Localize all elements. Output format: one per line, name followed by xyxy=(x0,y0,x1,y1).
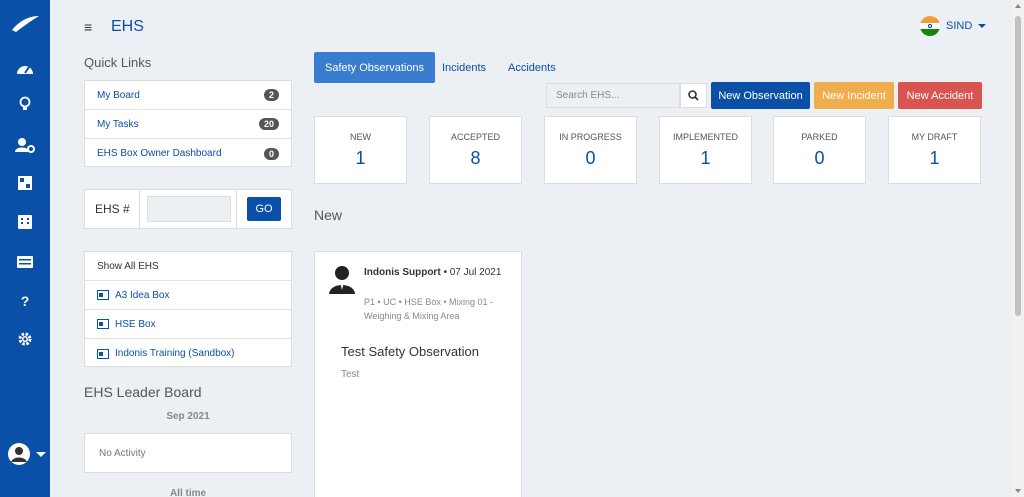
show-all-ehs-link[interactable]: Show All EHS xyxy=(85,252,291,281)
stat-label: IMPLEMENTED xyxy=(672,132,738,142)
sidebar: ? xyxy=(0,0,50,497)
quick-link-owner-dashboard[interactable]: EHS Box Owner Dashboard 0 xyxy=(85,139,291,168)
ehs-lookup: EHS # GO xyxy=(84,189,292,229)
stat-card-implemented[interactable]: IMPLEMENTED 1 xyxy=(659,116,752,184)
observation-meta: Indonis Support • 07 Jul 2021 xyxy=(364,265,514,280)
search-input[interactable]: Search EHS... xyxy=(546,83,680,108)
stat-label: NEW xyxy=(350,132,371,142)
show-all-label: Show All EHS xyxy=(97,260,159,272)
observation-title: Test Safety Observation xyxy=(341,344,480,359)
quick-link-my-tasks[interactable]: My Tasks 20 xyxy=(85,110,291,139)
stat-card-in-progress[interactable]: IN PROGRESS 0 xyxy=(544,116,637,184)
scroll-thumb[interactable] xyxy=(1015,16,1021,316)
user-menu[interactable]: SIND xyxy=(920,16,987,36)
app-logo[interactable] xyxy=(10,14,40,34)
new-observation-button[interactable]: New Observation xyxy=(711,82,810,109)
leader-board-period-all-time: All time xyxy=(169,488,207,497)
box-icon xyxy=(97,290,109,300)
account-menu[interactable] xyxy=(8,443,48,465)
menu-toggle-icon[interactable]: ≡ xyxy=(84,19,92,35)
search-icon xyxy=(688,90,699,101)
column-heading: New xyxy=(314,207,343,223)
author-avatar-icon xyxy=(329,266,355,294)
box-item-training[interactable]: Indonis Training (Sandbox) xyxy=(85,339,291,368)
quick-link-label: EHS Box Owner Dashboard xyxy=(97,148,222,159)
observation-tags: P1 • UC • HSE Box • Mixing 01 - Weighing… xyxy=(364,297,493,321)
quick-link-my-board[interactable]: My Board 2 xyxy=(85,81,291,110)
tab-incidents[interactable]: Incidents xyxy=(431,52,497,83)
divider xyxy=(139,190,140,228)
scroll-down-icon[interactable] xyxy=(1015,489,1021,493)
boxes-list: Show All EHS A3 Idea Box HSE Box Indonis… xyxy=(84,251,292,367)
page-scrollbar[interactable] xyxy=(1012,0,1024,497)
count-badge: 2 xyxy=(263,89,279,101)
tab-accidents[interactable]: Accidents xyxy=(497,52,567,83)
box-item-hse[interactable]: HSE Box xyxy=(85,310,291,339)
flag-icon xyxy=(920,16,940,36)
quick-links-title: Quick Links xyxy=(84,55,152,70)
stat-label: PARKED xyxy=(801,132,838,142)
new-accident-button[interactable]: New Accident xyxy=(898,82,982,109)
box-item-a3-idea[interactable]: A3 Idea Box xyxy=(85,281,291,310)
stat-value: 8 xyxy=(470,148,481,168)
quick-link-label: My Board xyxy=(97,89,140,101)
stat-label: IN PROGRESS xyxy=(559,132,622,142)
stat-label: ACCEPTED xyxy=(450,132,500,142)
box-label: A3 Idea Box xyxy=(115,289,170,301)
observation-date: 07 Jul 2021 xyxy=(449,267,502,278)
dashboard-icon[interactable] xyxy=(14,174,36,192)
lightbulb-icon[interactable] xyxy=(14,95,36,113)
box-icon xyxy=(97,319,109,329)
stat-label: MY DRAFT xyxy=(911,132,958,142)
go-button[interactable]: GO xyxy=(247,197,281,221)
divider xyxy=(236,190,237,228)
calendar-icon[interactable] xyxy=(14,213,36,231)
stat-value: 1 xyxy=(700,148,711,168)
quick-link-label: My Tasks xyxy=(97,118,139,130)
scroll-up-icon[interactable] xyxy=(1015,4,1021,8)
stat-card-parked[interactable]: PARKED 0 xyxy=(773,116,866,184)
speedometer-icon[interactable] xyxy=(14,59,36,77)
count-badge: 20 xyxy=(258,118,279,130)
ehs-number-input[interactable] xyxy=(147,196,231,222)
tab-safety-observations[interactable]: Safety Observations xyxy=(314,52,436,83)
quick-links-list: My Board 2 My Tasks 20 EHS Box Owner Das… xyxy=(84,80,292,167)
chevron-down-icon xyxy=(978,24,987,28)
leader-board-empty: No Activity xyxy=(84,433,292,473)
stat-value: 0 xyxy=(814,148,825,168)
search-button[interactable] xyxy=(680,83,707,108)
stat-value: 0 xyxy=(585,148,596,168)
box-icon xyxy=(97,348,109,359)
box-label: HSE Box xyxy=(115,318,156,330)
help-icon[interactable]: ? xyxy=(14,292,36,310)
gear-icon[interactable] xyxy=(14,330,36,348)
list-icon[interactable] xyxy=(14,253,36,271)
stat-card-my-draft[interactable]: MY DRAFT 1 xyxy=(888,116,981,184)
user-name: SIND xyxy=(946,20,973,32)
new-incident-button[interactable]: New Incident xyxy=(814,82,894,109)
stat-card-new[interactable]: NEW 1 xyxy=(314,116,407,184)
stat-value: 1 xyxy=(929,148,940,168)
stat-value: 1 xyxy=(355,148,366,168)
box-label: Indonis Training (Sandbox) xyxy=(115,348,235,359)
count-badge: 0 xyxy=(263,147,279,160)
avatar-icon xyxy=(8,443,30,465)
observation-description: Test xyxy=(341,369,360,380)
observation-card[interactable]: Indonis Support • 07 Jul 2021 P1 • UC • … xyxy=(314,251,522,497)
chevron-down-icon xyxy=(36,451,46,457)
user-settings-icon[interactable] xyxy=(14,136,36,154)
page-title: EHS xyxy=(111,18,144,35)
leader-board-title: EHS Leader Board xyxy=(84,384,202,400)
observation-author: Indonis Support xyxy=(364,267,441,278)
stat-card-accepted[interactable]: ACCEPTED 8 xyxy=(429,116,522,184)
ehs-number-label: EHS # xyxy=(95,202,130,216)
leader-board-period: Sep 2021 xyxy=(166,411,210,422)
